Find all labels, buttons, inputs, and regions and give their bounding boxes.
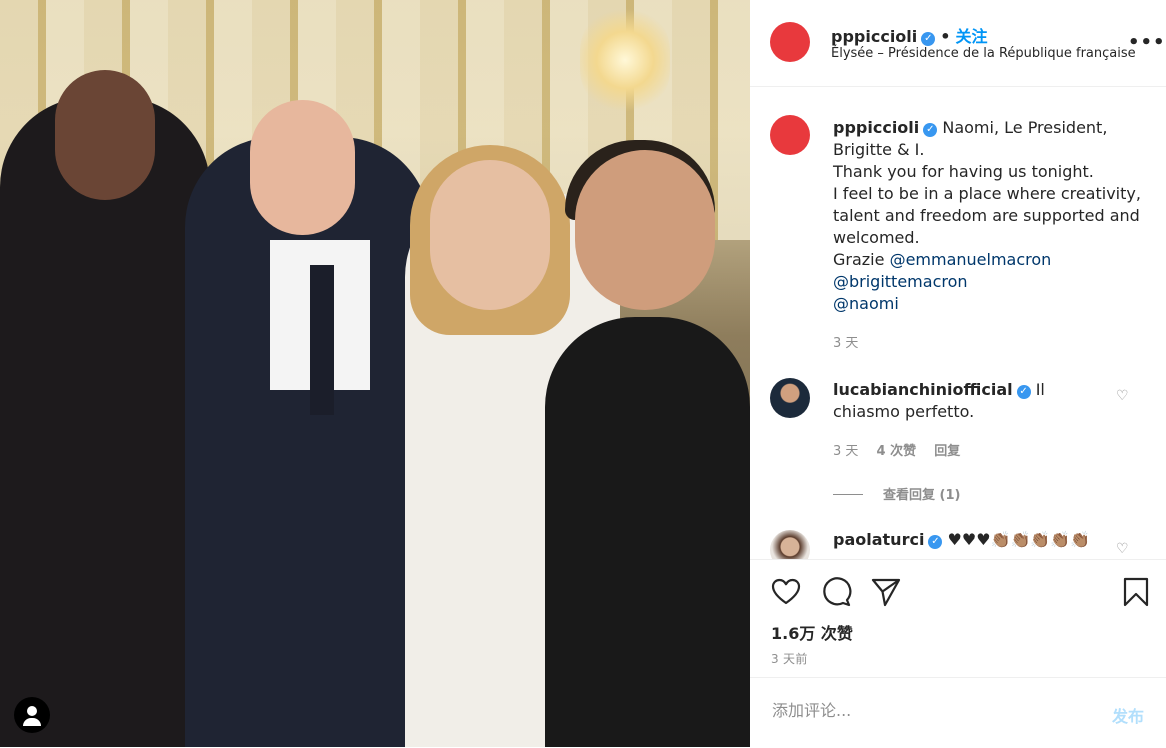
commenter-avatar[interactable] bbox=[770, 378, 810, 418]
caption-timestamp[interactable]: 3 天 bbox=[833, 332, 858, 351]
comments-section[interactable]: pppiccioli ✓ Naomi, Le President, Brigitt… bbox=[750, 87, 1166, 559]
verified-badge-icon: ✓ bbox=[921, 32, 936, 46]
caption-author-avatar[interactable] bbox=[770, 115, 810, 155]
commenter-username[interactable]: lucabianchiniofficial bbox=[833, 380, 1013, 399]
share-paper-plane-icon[interactable] bbox=[870, 576, 902, 608]
comment-text: lucabianchiniofficial ✓ Il chiasmo perfet… bbox=[833, 379, 1113, 423]
comment-like-count[interactable]: 4 次赞 bbox=[877, 444, 917, 459]
mention-link[interactable]: @emmanuelmacron bbox=[890, 250, 1052, 269]
verified-badge-icon: ✓ bbox=[928, 535, 943, 549]
author-avatar[interactable] bbox=[770, 22, 810, 62]
photo-person-4-head bbox=[575, 150, 715, 310]
like-count[interactable]: 1.6万 次赞 bbox=[771, 620, 853, 644]
mention-link[interactable]: @naomi bbox=[833, 294, 899, 313]
caption-line-4: I feel to be in a place where creativity… bbox=[833, 184, 1141, 247]
caption-text: pppiccioli ✓ Naomi, Le President, Brigitt… bbox=[833, 117, 1148, 315]
caption-line-2: Brigitte & I. bbox=[833, 140, 925, 159]
post-timestamp[interactable]: 3 天前 bbox=[771, 650, 808, 667]
location-link[interactable]: Élysée – Présidence de la République fra… bbox=[831, 46, 1136, 61]
comment-body: ♥♥♥👏🏽👏🏽👏🏽👏🏽👏🏽 bbox=[947, 530, 1091, 549]
add-comment-bar: 发布 bbox=[750, 677, 1166, 748]
save-bookmark-icon[interactable] bbox=[1120, 576, 1152, 608]
follow-button[interactable]: 关注 bbox=[956, 27, 988, 46]
action-bar: 1.6万 次赞 3 天前 bbox=[750, 559, 1166, 678]
photo-person-3-head bbox=[430, 160, 550, 310]
view-replies-button[interactable]: 查看回复 (1) bbox=[833, 484, 960, 503]
comment-meta: 3 天 4 次赞 回复 bbox=[833, 440, 974, 459]
verified-badge-icon: ✓ bbox=[923, 123, 938, 137]
post-panel: pppiccioli ✓ • 关注 Élysée – Présidence de la… bbox=[750, 0, 1166, 747]
comment-input[interactable] bbox=[770, 700, 1094, 721]
post-photo[interactable] bbox=[0, 0, 750, 747]
caption-username[interactable]: pppiccioli bbox=[833, 118, 919, 137]
comment-timestamp[interactable]: 3 天 bbox=[833, 444, 858, 459]
photo-person-2-head bbox=[250, 100, 355, 235]
comment-text: paolaturci ✓ ♥♥♥👏🏽👏🏽👏🏽👏🏽👏🏽 bbox=[833, 529, 1113, 551]
post-header: pppiccioli ✓ • 关注 Élysée – Présidence de la… bbox=[750, 0, 1166, 87]
caption-line-5: Grazie bbox=[833, 250, 890, 269]
replies-divider-line bbox=[833, 494, 863, 495]
reply-button[interactable]: 回复 bbox=[934, 444, 960, 459]
like-heart-icon[interactable] bbox=[770, 576, 802, 608]
mention-link[interactable]: @brigittemacron bbox=[833, 272, 968, 291]
commenter-avatar[interactable] bbox=[770, 530, 810, 559]
comment-like-heart-icon[interactable]: ♡ bbox=[1116, 389, 1130, 403]
author-line: pppiccioli ✓ • 关注 bbox=[831, 23, 988, 47]
comment-like-heart-icon[interactable]: ♡ bbox=[1116, 542, 1130, 556]
caption-line-3: Thank you for having us tonight. bbox=[833, 162, 1094, 181]
photo-chandelier bbox=[580, 5, 670, 115]
tagged-users-icon[interactable] bbox=[14, 697, 50, 733]
caption-line-1: Naomi, Le President, bbox=[942, 118, 1108, 137]
post-comment-button[interactable]: 发布 bbox=[1112, 703, 1144, 727]
commenter-username[interactable]: paolaturci bbox=[833, 530, 924, 549]
more-options-icon[interactable]: ••• bbox=[1128, 32, 1166, 53]
verified-badge-icon: ✓ bbox=[1016, 385, 1031, 399]
view-replies-label: 查看回复 (1) bbox=[883, 488, 961, 503]
photo-person-4 bbox=[545, 317, 750, 747]
comment-bubble-icon[interactable] bbox=[820, 576, 852, 608]
separator-dot: • bbox=[940, 27, 951, 46]
photo-person-1-head bbox=[55, 70, 155, 200]
photo-person-2-tie bbox=[310, 265, 334, 415]
author-username[interactable]: pppiccioli bbox=[831, 27, 917, 46]
